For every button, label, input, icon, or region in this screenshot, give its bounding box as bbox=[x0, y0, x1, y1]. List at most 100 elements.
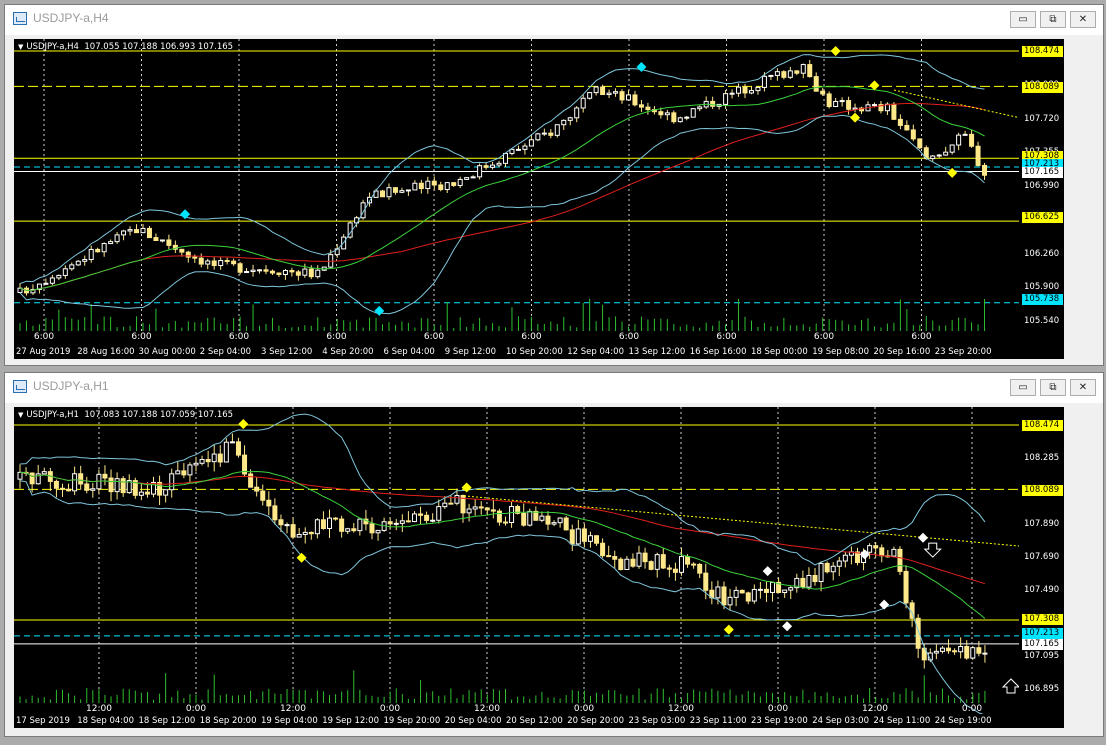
restore-button[interactable]: ⧉ bbox=[1040, 379, 1066, 396]
candle-body bbox=[333, 517, 339, 520]
candle-body bbox=[90, 488, 96, 491]
collapse-triangle-icon[interactable]: ▼ bbox=[18, 411, 23, 419]
session-time-label: 6:00 bbox=[326, 332, 347, 342]
price-level-tag: 107.308 bbox=[1022, 614, 1063, 625]
minimize-button[interactable]: ▭ bbox=[1010, 11, 1036, 28]
candle-body bbox=[302, 268, 308, 276]
candle-body bbox=[867, 545, 873, 553]
title-bar[interactable]: USDJPY-a,H4 ▭ ⧉ ✕ bbox=[5, 5, 1103, 35]
candle-body bbox=[569, 529, 575, 545]
chart-window-h1[interactable]: USDJPY-a,H1 ▭ ⧉ ✕ ▼ USDJPY-a,H1 107.083 1… bbox=[4, 372, 1104, 737]
candle-body bbox=[962, 133, 968, 136]
time-axis[interactable]: 17 Sep 2019 18 Sep 04:00 18 Sep 12:00 18 Se… bbox=[14, 714, 1064, 728]
chart-window-icon bbox=[13, 12, 27, 25]
chart-canvas[interactable] bbox=[14, 39, 1019, 345]
price-tick-label: 105.540 bbox=[1024, 316, 1060, 326]
fractal-diamond-icon bbox=[830, 46, 841, 56]
candle-body bbox=[703, 572, 709, 591]
candle-body bbox=[871, 104, 877, 107]
time-axis-label: 17 Sep 2019 bbox=[16, 716, 70, 726]
candle-body bbox=[788, 587, 794, 591]
candle-body bbox=[879, 547, 885, 557]
candle-body bbox=[551, 522, 557, 525]
time-axis[interactable]: 27 Aug 2019 28 Aug 16:00 30 Aug 00:00 2 Sep… bbox=[14, 345, 1064, 359]
candle-body bbox=[430, 519, 436, 522]
candle-body bbox=[515, 148, 521, 151]
session-time-label: 6:00 bbox=[33, 332, 55, 342]
candle-body bbox=[235, 441, 241, 456]
candle-body bbox=[266, 499, 272, 507]
candle-body bbox=[438, 184, 444, 191]
close-button[interactable]: ✕ bbox=[1070, 379, 1096, 396]
price-scale[interactable]: 108.474 108.285 108.089 107.890 107.690 107.4… bbox=[1019, 407, 1064, 717]
minimize-button[interactable]: ▭ bbox=[1010, 379, 1036, 396]
candle-body bbox=[593, 86, 599, 94]
candle-body bbox=[836, 560, 842, 567]
candle-body bbox=[17, 471, 23, 480]
candle-body bbox=[943, 151, 949, 156]
price-tick-label: 106.895 bbox=[1024, 684, 1060, 694]
candle-body bbox=[632, 94, 638, 106]
candle-body bbox=[53, 480, 59, 489]
candle-body bbox=[691, 563, 697, 566]
candle-body bbox=[761, 75, 767, 88]
candle-body bbox=[664, 112, 670, 116]
candle-body bbox=[231, 260, 237, 265]
chart-header: ▼ USDJPY-a,H1 107.083 107.188 107.059 107… bbox=[18, 410, 233, 420]
candle-body bbox=[282, 270, 288, 275]
price-tick-label: 106.990 bbox=[1024, 181, 1060, 191]
symbol-label: USDJPY-a,H4 bbox=[26, 42, 79, 52]
candle-body bbox=[949, 144, 955, 153]
candle-body bbox=[654, 554, 660, 570]
candle-body bbox=[43, 282, 49, 285]
candle-body bbox=[179, 248, 185, 253]
chart-canvas[interactable] bbox=[14, 407, 1019, 717]
close-button[interactable]: ✕ bbox=[1070, 11, 1096, 28]
chart-window-h4[interactable]: USDJPY-a,H4 ▭ ⧉ ✕ ▼ USDJPY-a,H4 107.055 1… bbox=[4, 4, 1104, 366]
candle-body bbox=[369, 523, 375, 534]
ma-mid-line bbox=[19, 85, 985, 292]
fractal-diamond-icon bbox=[782, 621, 793, 632]
collapse-triangle-icon[interactable]: ▼ bbox=[18, 43, 23, 51]
candle-body bbox=[969, 133, 975, 147]
candle-body bbox=[431, 180, 437, 186]
candle-body bbox=[257, 269, 263, 272]
title-bar[interactable]: USDJPY-a,H1 ▭ ⧉ ✕ bbox=[5, 373, 1103, 403]
price-level-tag: 105.738 bbox=[1022, 294, 1063, 305]
candle-body bbox=[684, 116, 690, 119]
price-chart[interactable]: ▼ USDJPY-a,H1 107.083 107.188 107.059 107… bbox=[14, 407, 1064, 717]
candle-body bbox=[464, 177, 470, 180]
candle-body bbox=[757, 588, 763, 591]
restore-button[interactable]: ⧉ bbox=[1040, 11, 1066, 28]
candle-body bbox=[108, 241, 114, 245]
candle-body bbox=[690, 108, 696, 118]
time-axis-label: 13 Sep 12:00 bbox=[628, 347, 686, 357]
candle-body bbox=[470, 176, 476, 179]
candle-body bbox=[729, 92, 735, 95]
candle-body bbox=[308, 268, 314, 278]
candle-body bbox=[169, 473, 175, 491]
candle-body bbox=[768, 74, 774, 77]
candle-body bbox=[424, 514, 430, 521]
candle-body bbox=[496, 510, 502, 523]
candle-body bbox=[535, 133, 541, 141]
time-axis-label: 24 Sep 11:00 bbox=[873, 716, 931, 726]
price-level-tag: 107.165 bbox=[1022, 167, 1063, 178]
candle-body bbox=[296, 533, 302, 538]
candle-body bbox=[88, 248, 94, 261]
candle-body bbox=[982, 652, 988, 655]
time-axis-label: 20 Sep 20:00 bbox=[567, 716, 624, 726]
candle-body bbox=[375, 529, 381, 534]
candle-body bbox=[541, 132, 547, 135]
price-chart[interactable]: ▼ USDJPY-a,H4 107.055 107.188 106.993 107… bbox=[14, 39, 1064, 345]
candle-body bbox=[671, 112, 677, 123]
candle-body bbox=[405, 520, 411, 523]
candle-body bbox=[276, 272, 282, 275]
price-scale[interactable]: 108.460108.089107.720107.355106.990106.6… bbox=[1019, 39, 1064, 345]
candle-body bbox=[956, 134, 962, 146]
candle-body bbox=[755, 86, 761, 92]
price-level-tag: 108.089 bbox=[1022, 82, 1063, 93]
candle-body bbox=[229, 441, 235, 444]
candle-body bbox=[807, 64, 813, 78]
candle-body bbox=[612, 556, 618, 560]
